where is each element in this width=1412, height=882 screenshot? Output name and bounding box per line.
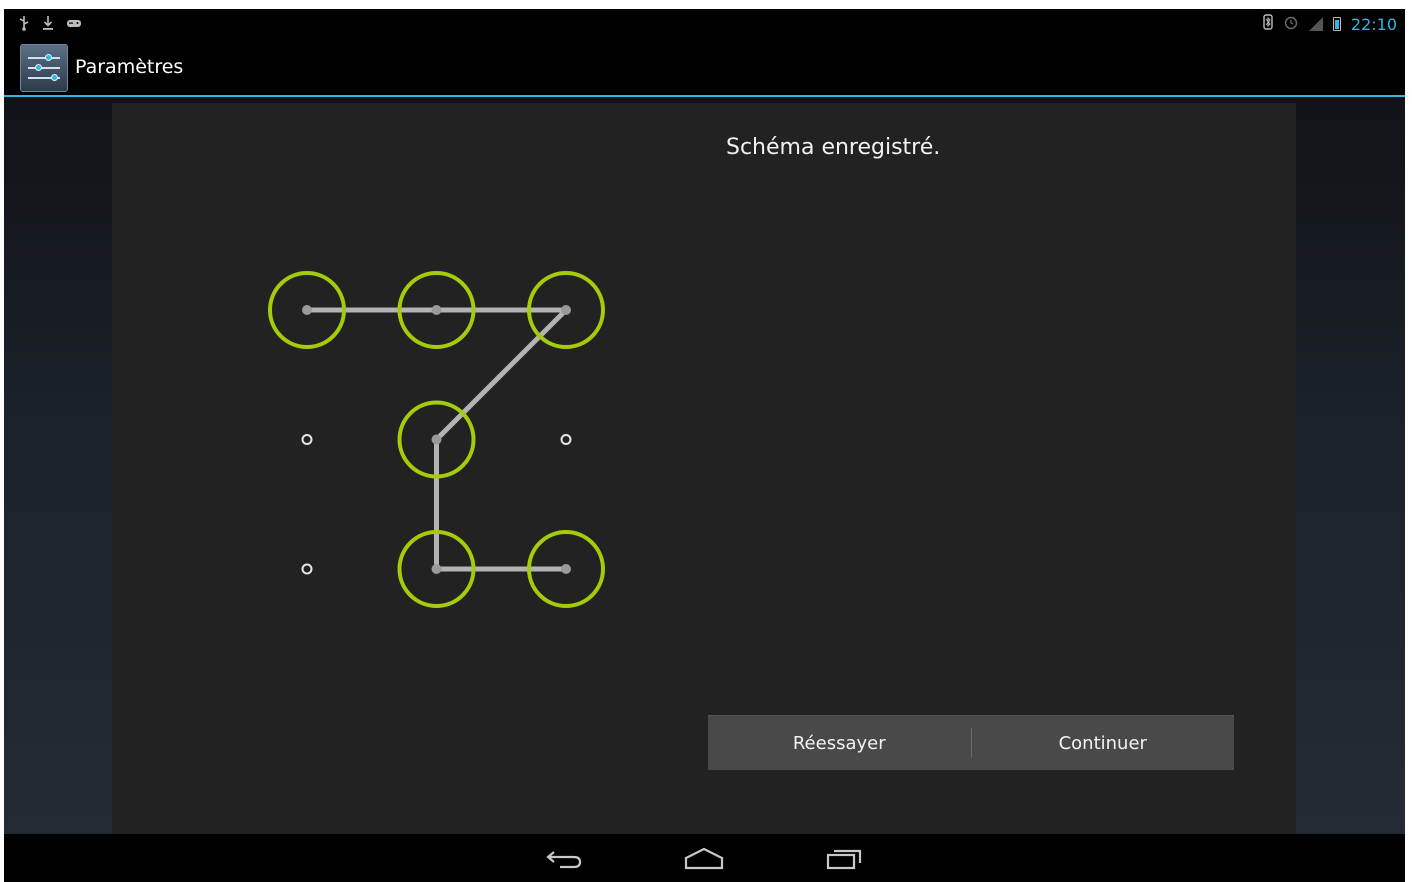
settings-icon[interactable] [20, 44, 68, 92]
button-bar: Réessayer Continuer [708, 715, 1234, 770]
pattern-status-message: Schéma enregistré. [726, 135, 941, 160]
pattern-dot[interactable] [560, 434, 572, 445]
pattern-dot-center [301, 434, 313, 445]
pattern-dot-center [301, 563, 313, 575]
status-bar: 22:10 [4, 9, 1405, 39]
android-screen: 22:10 Paramètres Schéma enregistré. Rées… [4, 9, 1405, 882]
pattern-dot-center [561, 305, 571, 315]
back-icon[interactable] [540, 842, 588, 874]
unlock-pattern-grid[interactable] [112, 103, 712, 703]
pattern-dot-center [302, 305, 312, 315]
pattern-dot[interactable] [301, 434, 313, 445]
navigation-bar [4, 834, 1405, 882]
home-icon[interactable] [680, 842, 728, 874]
download-icon [42, 15, 54, 36]
recent-apps-icon[interactable] [820, 842, 868, 874]
pattern-dot-center [561, 564, 571, 574]
app-title: Paramètres [75, 56, 184, 78]
system-icons: 22:10 [1263, 14, 1397, 34]
pattern-dot[interactable] [301, 563, 313, 575]
signal-icon [1308, 17, 1323, 31]
gamepad-icon [66, 15, 82, 36]
battery-icon [1332, 17, 1341, 31]
continue-button[interactable]: Continuer [972, 716, 1235, 770]
usb-icon [18, 15, 30, 36]
alarm-icon [1283, 14, 1299, 34]
pattern-dot-center [431, 564, 442, 574]
retry-button[interactable]: Réessayer [708, 716, 971, 770]
pattern-dot-center [431, 305, 442, 315]
action-bar: Paramètres [4, 39, 1405, 97]
pattern-panel: Schéma enregistré. Réessayer Continuer [112, 103, 1296, 834]
notification-icons [18, 15, 82, 36]
clock: 22:10 [1350, 14, 1397, 34]
pattern-dot-center [431, 434, 442, 445]
pattern-dot-center [560, 434, 572, 445]
bluetooth-icon [1263, 14, 1273, 34]
